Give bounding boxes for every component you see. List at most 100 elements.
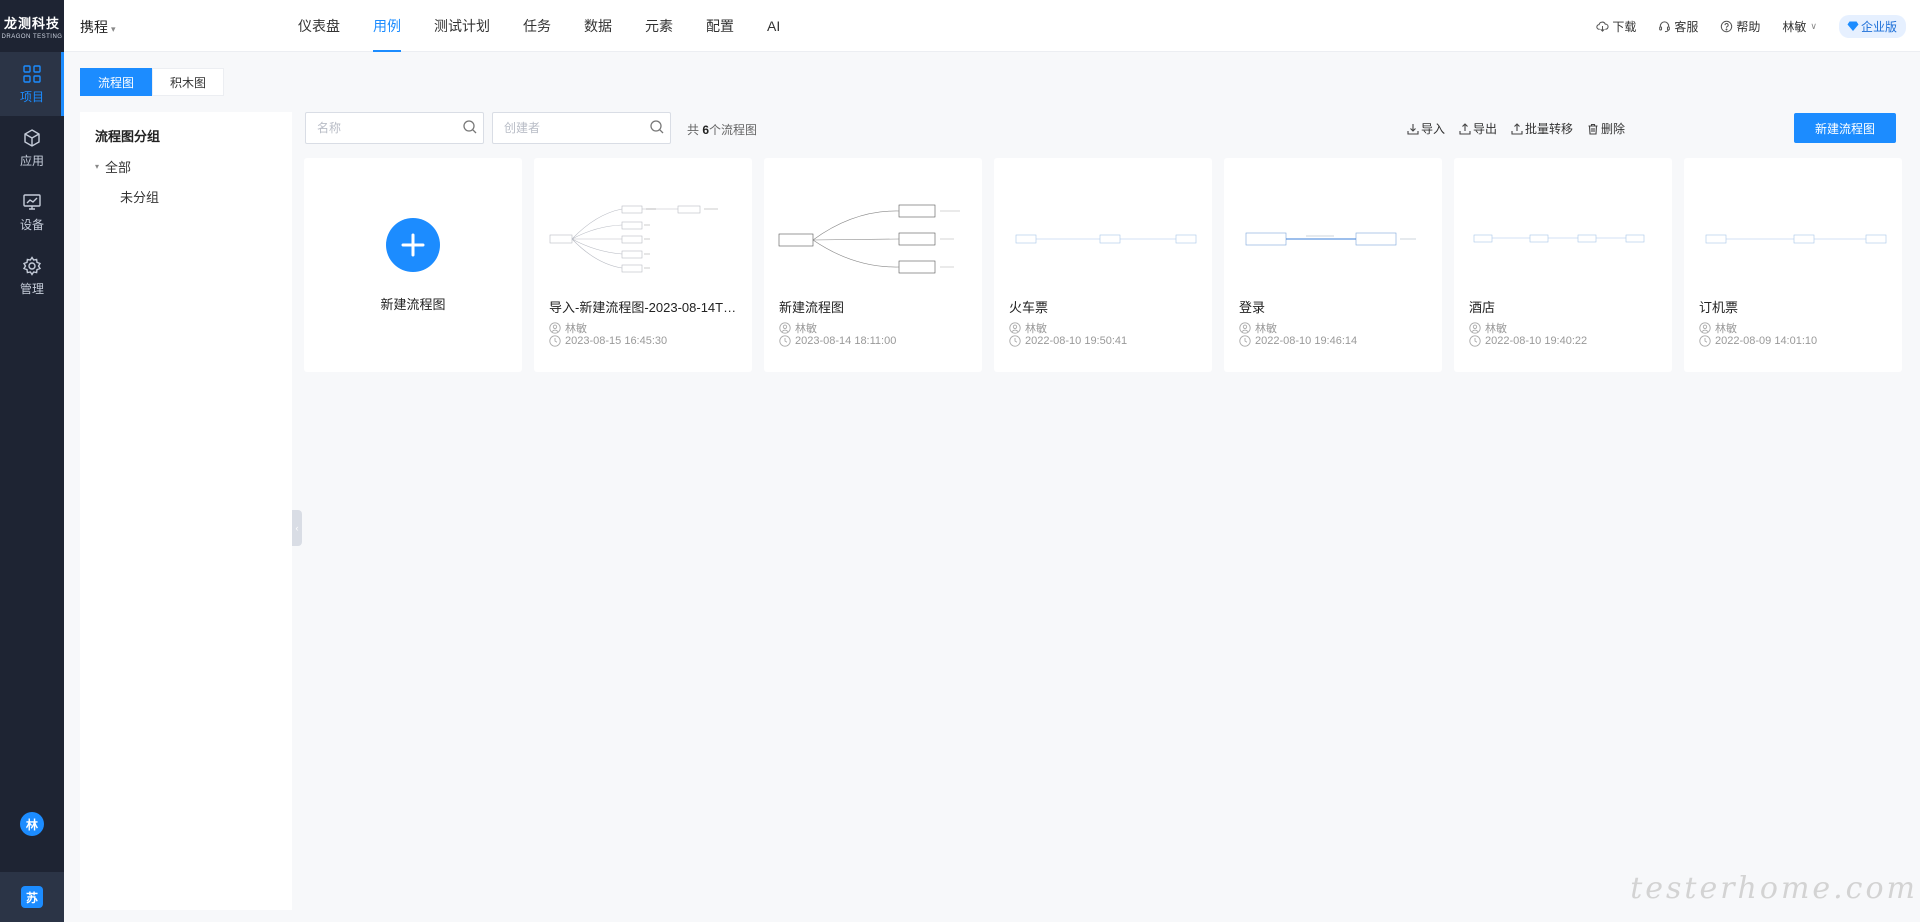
import-button[interactable]: 导入 (1407, 120, 1445, 137)
user-avatar[interactable]: 林 (20, 812, 44, 836)
card-timestamp: 2022-08-09 14:01:10 (1715, 335, 1818, 347)
headset-icon (1659, 20, 1671, 32)
chevron-left-icon: ‹ (295, 523, 299, 533)
trash-icon (1588, 123, 1598, 135)
flowchart-thumbnail (1473, 234, 1645, 243)
card-title: 火车票 (1009, 300, 1049, 315)
export-icon (1459, 122, 1471, 135)
flowchart-thumbnail (1705, 234, 1887, 244)
plus-icon (386, 218, 440, 272)
group-tree-all[interactable]: ▾ 全部 (95, 157, 131, 176)
brand-logo[interactable]: 龙测科技 DRAGON TESTING (0, 0, 64, 52)
tab-flowchart[interactable]: 流程图 (80, 68, 153, 96)
panel-collapse-handle[interactable]: ‹ (292, 510, 302, 546)
import-label: 导入 (1420, 122, 1445, 136)
creator-search-input[interactable] (492, 112, 671, 144)
rail-item-app[interactable]: 应用 (0, 116, 64, 180)
card-timestamp: 2022-08-10 19:40:22 (1485, 335, 1588, 347)
group-tree-ungrouped[interactable]: 未分组 (120, 187, 159, 206)
card-creator: 林敏 (1009, 320, 1047, 336)
help-link[interactable]: 帮助 (1720, 18, 1760, 35)
project-name: 携程 (80, 19, 108, 35)
top-bar: 携程 ▾ 仪表盘 用例 测试计划 任务 数据 元素 配置 AI 下载 客服 帮助 … (64, 0, 1920, 52)
rail-item-device[interactable]: 设备 (0, 180, 64, 244)
card-creator: 林敏 (549, 320, 587, 336)
nav-ai[interactable]: AI (751, 0, 796, 52)
team-avatar: 苏 (21, 886, 43, 908)
grid-icon (23, 64, 41, 83)
flowchart-card[interactable]: 订机票 林敏 2022-08-09 14:01:10 (1684, 158, 1902, 372)
card-timestamp: 2022-08-10 19:50:41 (1025, 335, 1128, 347)
group-panel: 流程图分组 ▾ 全部 未分组 (80, 112, 292, 910)
flowchart-card[interactable]: 登录 林敏 2022-08-10 19:46:14 (1224, 158, 1442, 372)
flowchart-count: 共 6个流程图 (687, 121, 757, 138)
chevron-down-icon: ∨ (1810, 20, 1817, 31)
card-timestamp: 2022-08-10 19:46:14 (1255, 335, 1358, 347)
user-name: 林敏 (1782, 19, 1807, 34)
card-creator-name: 林敏 (1255, 323, 1277, 335)
card-time: 2022-08-10 19:40:22 (1469, 335, 1587, 347)
nav-cases[interactable]: 用例 (357, 0, 417, 52)
nav-test-plan[interactable]: 测试计划 (418, 0, 506, 52)
user-icon (549, 322, 561, 334)
export-button[interactable]: 导出 (1459, 120, 1497, 137)
new-flowchart-button[interactable]: 新建流程图 (1794, 113, 1896, 143)
flowchart-card[interactable]: 新建流程图 林敏 2023-08-14 18:11:00 (764, 158, 982, 372)
nav-config[interactable]: 配置 (690, 0, 750, 52)
main-nav: 仪表盘 用例 测试计划 任务 数据 元素 配置 AI (282, 0, 797, 52)
project-selector[interactable]: 携程 ▾ (80, 17, 116, 37)
plus-glyph (401, 233, 425, 257)
nav-elements[interactable]: 元素 (629, 0, 689, 52)
card-creator: 林敏 (1239, 320, 1277, 336)
edition-label: 企业版 (1860, 19, 1897, 34)
download-label: 下载 (1612, 19, 1637, 34)
card-time: 2022-08-09 14:01:10 (1699, 335, 1817, 347)
flowchart-thumbnail (1015, 234, 1197, 244)
export-label: 导出 (1472, 122, 1497, 136)
clock-icon (1009, 335, 1021, 347)
cloud-download-icon (1596, 21, 1609, 32)
brand-name: 龙测科技 (3, 15, 60, 31)
batch-move-label: 批量转移 (1524, 122, 1573, 136)
user-icon (1699, 322, 1711, 334)
card-creator-name: 林敏 (1025, 323, 1047, 335)
flowchart-card[interactable]: 导入-新建流程图-2023-08-14T20:... 林敏 2023-08-15… (534, 158, 752, 372)
tab-blocks[interactable]: 积木图 (152, 68, 225, 96)
batch-move-button[interactable]: 批量转移 (1511, 120, 1573, 137)
nav-tasks[interactable]: 任务 (507, 0, 567, 52)
new-flowchart-card[interactable]: 新建流程图 (304, 158, 522, 372)
rail-label-manage: 管理 (19, 281, 44, 296)
caret-down-icon[interactable]: ▾ (95, 162, 99, 171)
help-icon (1721, 20, 1733, 32)
help-label: 帮助 (1736, 19, 1761, 34)
service-link[interactable]: 客服 (1658, 18, 1698, 35)
flowchart-card[interactable]: 火车票 林敏 2022-08-10 19:50:41 (994, 158, 1212, 372)
user-icon (1239, 322, 1251, 334)
download-link[interactable]: 下载 (1596, 18, 1636, 35)
nav-dashboard[interactable]: 仪表盘 (282, 0, 356, 52)
edition-badge[interactable]: 企业版 (1838, 14, 1906, 38)
clock-icon (1699, 335, 1711, 347)
delete-button[interactable]: 删除 (1587, 120, 1625, 137)
move-icon (1511, 122, 1523, 135)
clock-icon (1239, 335, 1251, 347)
flowchart-card[interactable]: 酒店 林敏 2022-08-10 19:40:22 (1454, 158, 1672, 372)
name-search-input[interactable] (305, 112, 484, 144)
card-time: 2022-08-10 19:46:14 (1239, 335, 1357, 347)
card-time: 2023-08-14 18:11:00 (779, 335, 896, 347)
bulk-actions: 导入 导出 批量转移 删除 (1393, 120, 1625, 137)
card-title: 订机票 (1699, 300, 1739, 315)
rail-label-app: 应用 (19, 153, 44, 168)
nav-data[interactable]: 数据 (568, 0, 628, 52)
user-menu[interactable]: 林敏 ∨ (1782, 18, 1817, 35)
card-title: 新建流程图 (779, 300, 845, 315)
team-switcher[interactable]: 苏 (0, 872, 64, 922)
card-time: 2022-08-10 19:50:41 (1009, 335, 1127, 347)
group-panel-title: 流程图分组 (95, 129, 161, 144)
count-prefix: 共 (687, 123, 703, 137)
rail-item-project[interactable]: 项目 (0, 52, 64, 116)
clock-icon (549, 335, 561, 347)
flowchart-grid: 新建流程图 导入-新建流程图-2023-08-14T20:... 林敏 2023… (304, 158, 1914, 372)
rail-item-manage[interactable]: 管理 (0, 244, 64, 308)
card-time: 2023-08-15 16:45:30 (549, 335, 667, 347)
